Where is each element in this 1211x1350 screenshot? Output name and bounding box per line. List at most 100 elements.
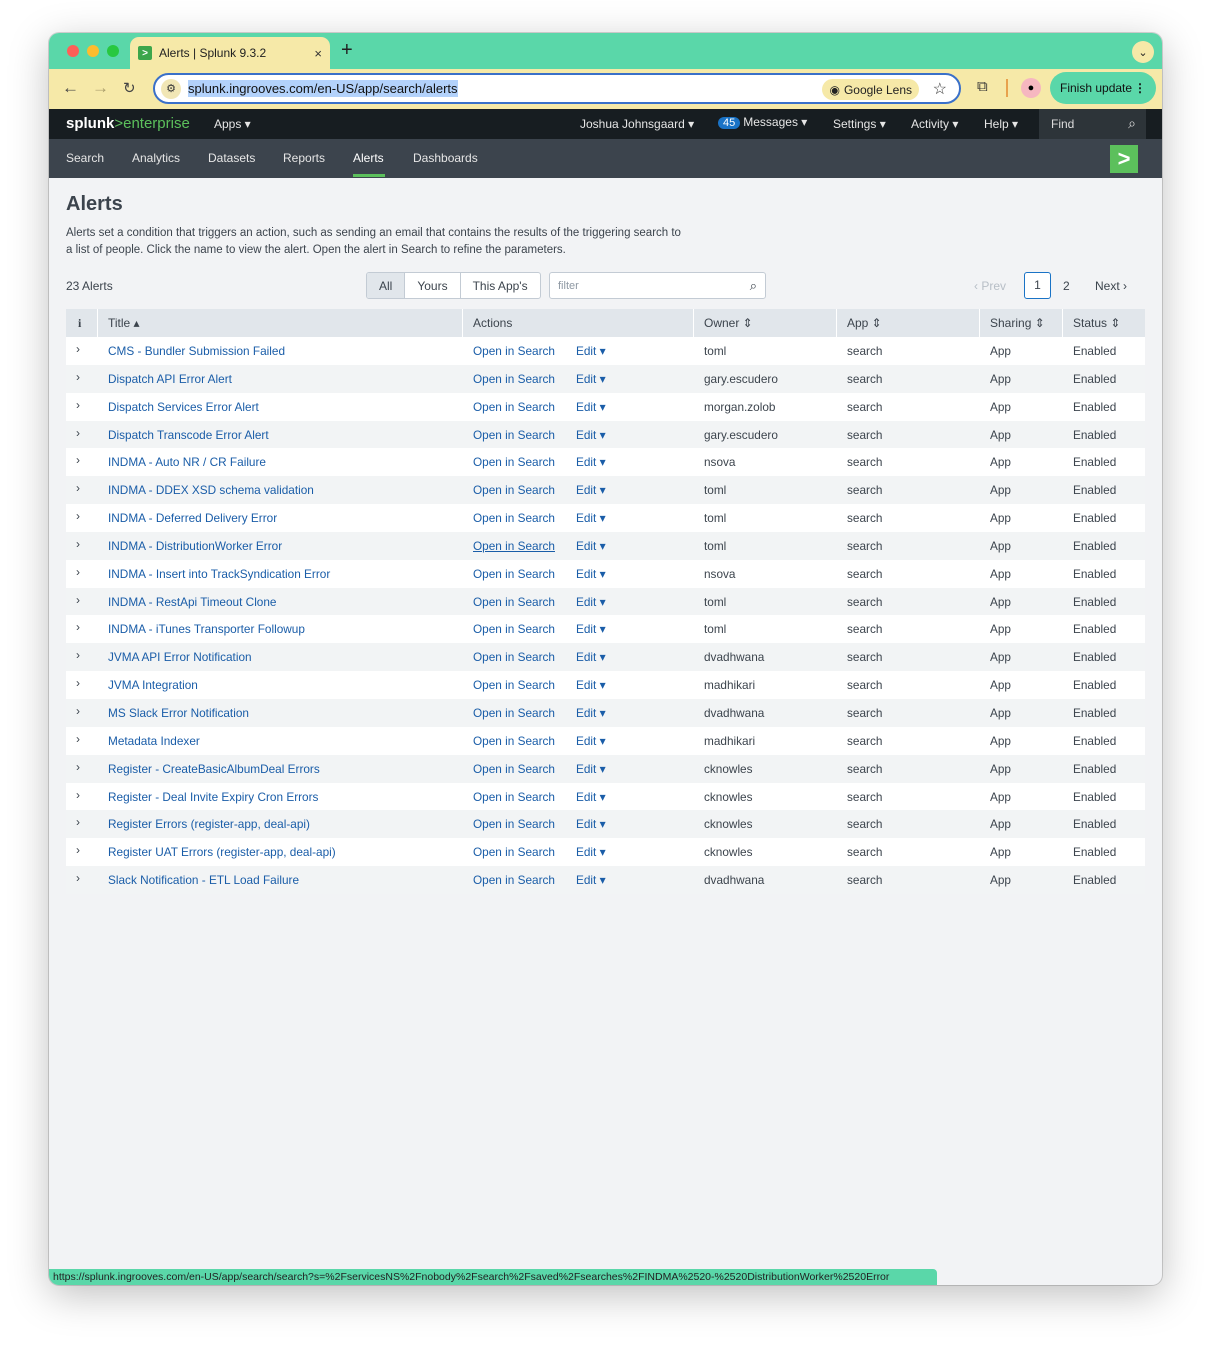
expand-row-chevron-icon[interactable]: › <box>76 342 80 356</box>
alert-title-link[interactable]: JVMA Integration <box>108 678 198 692</box>
open-in-search-link[interactable]: Open in Search <box>473 622 555 636</box>
owner-column-header[interactable]: Owner ⇕ <box>704 316 753 330</box>
find-input[interactable]: Find ⌕ <box>1039 109 1146 139</box>
pager-page-1[interactable]: 1 <box>1024 272 1051 299</box>
sharing-column-header[interactable]: Sharing ⇕ <box>990 316 1045 330</box>
activity-menu[interactable]: Activity ▾ <box>911 117 958 131</box>
expand-row-chevron-icon[interactable]: › <box>76 704 80 718</box>
alert-title-link[interactable]: CMS - Bundler Submission Failed <box>108 344 285 358</box>
edit-dropdown[interactable]: Edit ▾ <box>576 428 606 442</box>
pager-next[interactable]: Next › <box>1095 279 1127 293</box>
expand-row-chevron-icon[interactable]: › <box>76 370 80 384</box>
edit-dropdown[interactable]: Edit ▾ <box>576 762 606 776</box>
expand-row-chevron-icon[interactable]: › <box>76 815 80 829</box>
open-in-search-link[interactable]: Open in Search <box>473 706 555 720</box>
filter-all-button[interactable]: All <box>367 273 405 298</box>
alert-title-link[interactable]: INDMA - DDEX XSD schema validation <box>108 483 314 497</box>
expand-row-chevron-icon[interactable]: › <box>76 481 80 495</box>
extensions-icon[interactable]: ⧉ <box>977 78 988 95</box>
alert-title-link[interactable]: Dispatch API Error Alert <box>108 372 232 386</box>
alert-title-link[interactable]: INDMA - iTunes Transporter Followup <box>108 622 305 636</box>
edit-dropdown[interactable]: Edit ▾ <box>576 567 606 581</box>
edit-dropdown[interactable]: Edit ▾ <box>576 455 606 469</box>
open-in-search-link[interactable]: Open in Search <box>473 511 555 525</box>
open-in-search-link[interactable]: Open in Search <box>473 595 555 609</box>
google-lens-button[interactable]: ◉ Google Lens <box>822 79 919 100</box>
splunk-logo[interactable]: splunk>enterprise <box>66 115 190 132</box>
open-in-search-link[interactable]: Open in Search <box>473 790 555 804</box>
alert-title-link[interactable]: Dispatch Services Error Alert <box>108 400 259 414</box>
tab-close-icon[interactable]: × <box>314 46 322 61</box>
alert-title-link[interactable]: INDMA - RestApi Timeout Clone <box>108 595 277 609</box>
edit-dropdown[interactable]: Edit ▾ <box>576 344 606 358</box>
apps-menu[interactable]: Apps ▾ <box>214 117 251 131</box>
filter-this-app-button[interactable]: This App's <box>459 273 540 298</box>
edit-dropdown[interactable]: Edit ▾ <box>576 483 606 497</box>
edit-dropdown[interactable]: Edit ▾ <box>576 678 606 692</box>
forward-icon[interactable]: → <box>92 78 109 98</box>
alert-title-link[interactable]: MS Slack Error Notification <box>108 706 249 720</box>
alert-title-link[interactable]: INDMA - Deferred Delivery Error <box>108 511 277 525</box>
alert-title-link[interactable]: Register Errors (register-app, deal-api) <box>108 817 310 831</box>
edit-dropdown[interactable]: Edit ▾ <box>576 595 606 609</box>
expand-row-chevron-icon[interactable]: › <box>76 453 80 467</box>
site-info-icon[interactable]: ⚙ <box>161 78 181 99</box>
expand-row-chevron-icon[interactable]: › <box>76 871 80 885</box>
expand-row-chevron-icon[interactable]: › <box>76 648 80 662</box>
nav-reports[interactable]: Reports <box>283 151 325 165</box>
expand-row-chevron-icon[interactable]: › <box>76 788 80 802</box>
pager-page-2[interactable]: 2 <box>1063 279 1070 293</box>
nav-dashboards[interactable]: Dashboards <box>413 151 478 165</box>
expand-row-chevron-icon[interactable]: › <box>76 565 80 579</box>
expand-row-chevron-icon[interactable]: › <box>76 732 80 746</box>
open-in-search-link[interactable]: Open in Search <box>473 817 555 831</box>
alert-title-link[interactable]: Register - CreateBasicAlbumDeal Errors <box>108 762 320 776</box>
open-in-search-link[interactable]: Open in Search <box>473 845 555 859</box>
minimize-window-button[interactable] <box>87 45 99 57</box>
expand-row-chevron-icon[interactable]: › <box>76 593 80 607</box>
user-menu[interactable]: Joshua Johnsgaard ▾ <box>580 117 694 131</box>
edit-dropdown[interactable]: Edit ▾ <box>576 622 606 636</box>
tab-search-button[interactable]: ⌄ <box>1132 41 1154 63</box>
nav-alerts[interactable]: Alerts <box>353 151 384 165</box>
edit-dropdown[interactable]: Edit ▾ <box>576 734 606 748</box>
open-in-search-link[interactable]: Open in Search <box>473 428 555 442</box>
finish-update-button[interactable]: Finish update ⋮ <box>1050 72 1156 104</box>
open-in-search-link[interactable]: Open in Search <box>473 567 555 581</box>
new-tab-button[interactable]: + <box>341 39 353 62</box>
nav-datasets[interactable]: Datasets <box>208 151 255 165</box>
open-in-search-link[interactable]: Open in Search <box>473 762 555 776</box>
back-icon[interactable]: ← <box>62 78 79 98</box>
filter-input[interactable]: filter ⌕ <box>549 272 766 299</box>
alert-title-link[interactable]: Register UAT Errors (register-app, deal-… <box>108 845 336 859</box>
alert-title-link[interactable]: INDMA - Insert into TrackSyndication Err… <box>108 567 330 581</box>
expand-row-chevron-icon[interactable]: › <box>76 537 80 551</box>
edit-dropdown[interactable]: Edit ▾ <box>576 511 606 525</box>
edit-dropdown[interactable]: Edit ▾ <box>576 817 606 831</box>
reload-icon[interactable]: ↻ <box>123 79 136 97</box>
open-in-search-link[interactable]: Open in Search <box>473 483 555 497</box>
alert-title-link[interactable]: INDMA - DistributionWorker Error <box>108 539 282 553</box>
help-menu[interactable]: Help ▾ <box>984 117 1018 131</box>
messages-menu[interactable]: 45 Messages ▾ <box>718 115 807 129</box>
open-in-search-link[interactable]: Open in Search <box>473 455 555 469</box>
expand-row-chevron-icon[interactable]: › <box>76 676 80 690</box>
expand-row-chevron-icon[interactable]: › <box>76 843 80 857</box>
alert-title-link[interactable]: Dispatch Transcode Error Alert <box>108 428 269 442</box>
edit-dropdown[interactable]: Edit ▾ <box>576 400 606 414</box>
open-in-search-link[interactable]: Open in Search <box>473 650 555 664</box>
open-in-search-link[interactable]: Open in Search <box>473 873 555 887</box>
nav-analytics[interactable]: Analytics <box>132 151 180 165</box>
expand-row-chevron-icon[interactable]: › <box>76 509 80 523</box>
filter-yours-button[interactable]: Yours <box>404 273 459 298</box>
maximize-window-button[interactable] <box>107 45 119 57</box>
url-text[interactable]: splunk.ingrooves.com/en-US/app/search/al… <box>188 80 458 97</box>
edit-dropdown[interactable]: Edit ▾ <box>576 539 606 553</box>
expand-row-chevron-icon[interactable]: › <box>76 760 80 774</box>
app-column-header[interactable]: App ⇕ <box>847 316 882 330</box>
open-in-search-link[interactable]: Open in Search <box>473 344 555 358</box>
close-window-button[interactable] <box>67 45 79 57</box>
alert-title-link[interactable]: Metadata Indexer <box>108 734 200 748</box>
address-bar[interactable]: ⚙ splunk.ingrooves.com/en-US/app/search/… <box>153 73 961 104</box>
alert-title-link[interactable]: Register - Deal Invite Expiry Cron Error… <box>108 790 318 804</box>
